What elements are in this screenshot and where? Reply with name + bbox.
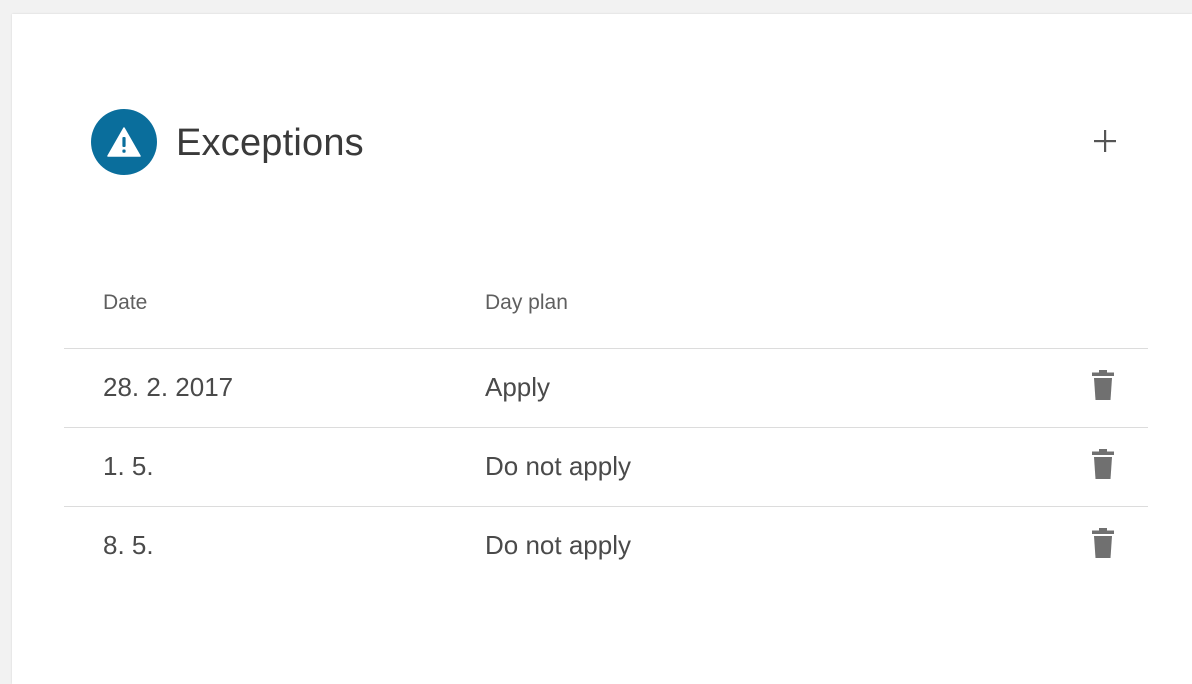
table-row: 1. 5. Do not apply	[64, 428, 1148, 507]
cell-day-plan: Do not apply	[485, 451, 631, 481]
exceptions-table: Date Day plan 28. 2. 2017 Apply 1. 5. Do…	[64, 266, 1148, 585]
add-exception-button[interactable]	[1089, 125, 1121, 157]
cell-date: 8. 5.	[103, 530, 154, 560]
trash-icon	[1092, 449, 1114, 479]
table-header: Date Day plan	[64, 266, 1148, 349]
delete-row-button[interactable]	[1088, 446, 1118, 482]
page-title: Exceptions	[176, 122, 364, 164]
card-header: Exceptions	[91, 107, 1131, 177]
delete-row-button[interactable]	[1088, 367, 1118, 403]
cell-date: 28. 2. 2017	[103, 372, 234, 402]
warning-icon	[91, 109, 157, 175]
column-header-date: Date	[103, 291, 148, 314]
plus-icon	[1094, 130, 1116, 152]
table-row: 28. 2. 2017 Apply	[64, 349, 1148, 428]
table-row: 8. 5. Do not apply	[64, 507, 1148, 585]
cell-date: 1. 5.	[103, 451, 154, 481]
column-header-day-plan: Day plan	[485, 291, 568, 314]
cell-day-plan: Do not apply	[485, 530, 631, 560]
cell-day-plan: Apply	[485, 372, 551, 402]
trash-icon	[1092, 528, 1114, 558]
trash-icon	[1092, 370, 1114, 400]
exceptions-card: Exceptions Date Day plan 28. 2. 2017 App…	[12, 14, 1192, 684]
delete-row-button[interactable]	[1088, 525, 1118, 561]
